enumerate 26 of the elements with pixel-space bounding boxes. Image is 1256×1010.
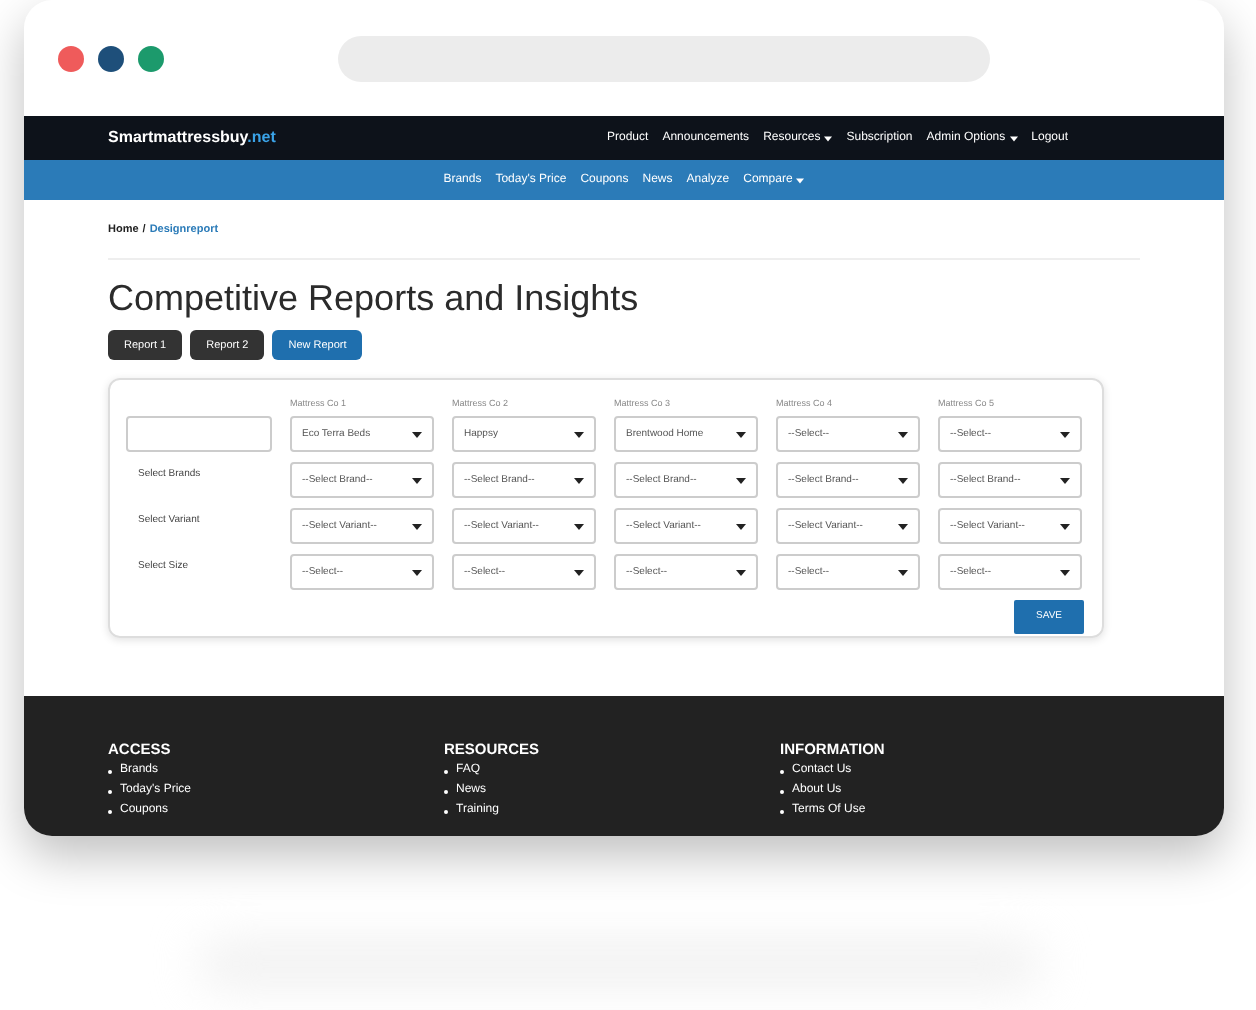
- caret-icon: [1009, 135, 1018, 141]
- caret-icon: [898, 477, 908, 484]
- caret-icon: [412, 431, 422, 438]
- caret-icon: [412, 523, 422, 530]
- site-logo[interactable]: Smartmattressbuy.net: [108, 126, 276, 150]
- caret-icon: [736, 569, 746, 576]
- caret-icon: [574, 523, 584, 530]
- caret-icon: [574, 477, 584, 484]
- caret-icon: [574, 569, 584, 576]
- name-input[interactable]: [126, 416, 272, 453]
- caret-icon: [736, 431, 746, 438]
- caret-icon: [412, 477, 422, 484]
- caret-icon: [736, 523, 746, 530]
- caret-icon: [574, 431, 584, 438]
- caret-icon: [1060, 523, 1070, 530]
- caret-icon: [1060, 569, 1070, 576]
- caret-icon: [898, 523, 908, 530]
- caret-icon: [736, 477, 746, 484]
- caret-icon: [796, 177, 805, 183]
- caret-icon: [412, 569, 422, 576]
- caret-icon: [824, 135, 833, 141]
- caret-icon: [1060, 431, 1070, 438]
- caret-icon: [898, 431, 908, 438]
- caret-icon: [1060, 477, 1070, 484]
- caret-icon: [898, 569, 908, 576]
- page-title: Competitive Reports and Insights: [108, 276, 641, 321]
